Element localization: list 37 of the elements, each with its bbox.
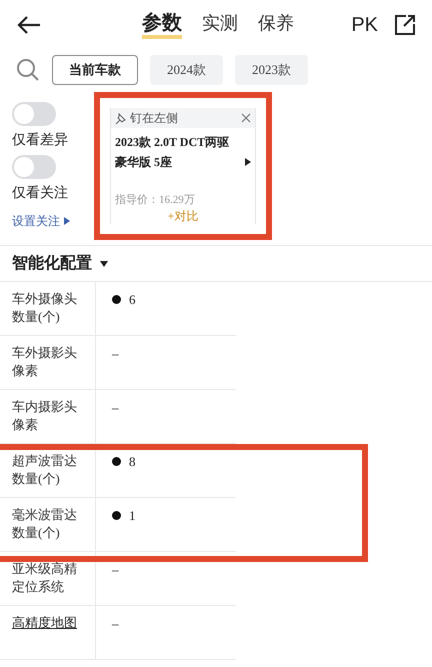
spec-value: – xyxy=(112,345,118,363)
spec-value: 8 xyxy=(129,453,136,471)
toggle-label: 仅看关注 xyxy=(12,184,69,203)
spec-label: 车外摄像头数量(个) xyxy=(12,290,78,326)
tab[interactable]: 实测 xyxy=(202,11,238,39)
pk-button[interactable]: PK xyxy=(351,10,378,40)
tab[interactable]: 参数 xyxy=(142,11,182,39)
spec-label: 车内摄影头像素 xyxy=(12,398,78,434)
car-model-title[interactable]: 2023款 2.0T DCT两驱豪华版 5座 xyxy=(115,132,241,172)
spec-value: – xyxy=(112,561,118,579)
spec-label: 亚米级高精定位系统 xyxy=(12,560,78,596)
caret-icon xyxy=(64,217,70,225)
spec-label: 车外摄影头像素 xyxy=(12,344,78,380)
guide-price: 指导价：16.29万 xyxy=(114,192,196,208)
model-chip[interactable]: 2024款 xyxy=(150,55,223,85)
toggle-switch[interactable] xyxy=(12,155,56,179)
edit-icon[interactable] xyxy=(394,14,416,36)
search-icon[interactable] xyxy=(16,58,40,82)
spec-label[interactable]: 高精度地图 xyxy=(12,614,83,632)
spec-value: 6 xyxy=(129,291,136,309)
focus-settings-link[interactable]: 设置关注 xyxy=(12,212,92,230)
tab[interactable]: 保养 xyxy=(258,11,294,39)
model-chip[interactable]: 当前车款 xyxy=(52,55,138,85)
back-arrow-icon[interactable] xyxy=(16,15,42,35)
model-chip[interactable]: 2023款 xyxy=(235,55,308,85)
section-header[interactable]: 智能化配置 xyxy=(12,252,108,276)
spec-label: 毫米波雷达数量(个) xyxy=(12,506,78,542)
caret-icon xyxy=(100,260,108,268)
caret-icon[interactable] xyxy=(245,158,251,166)
spec-label: 超声波雷达数量(个) xyxy=(12,452,78,488)
spec-value: – xyxy=(112,615,118,633)
spec-value: 1 xyxy=(129,507,136,525)
pin-icon[interactable] xyxy=(115,112,126,124)
toggle-switch[interactable] xyxy=(12,102,56,126)
toggle-label: 仅看差异 xyxy=(12,132,69,150)
spec-value: – xyxy=(112,399,118,417)
close-icon[interactable] xyxy=(241,113,251,123)
